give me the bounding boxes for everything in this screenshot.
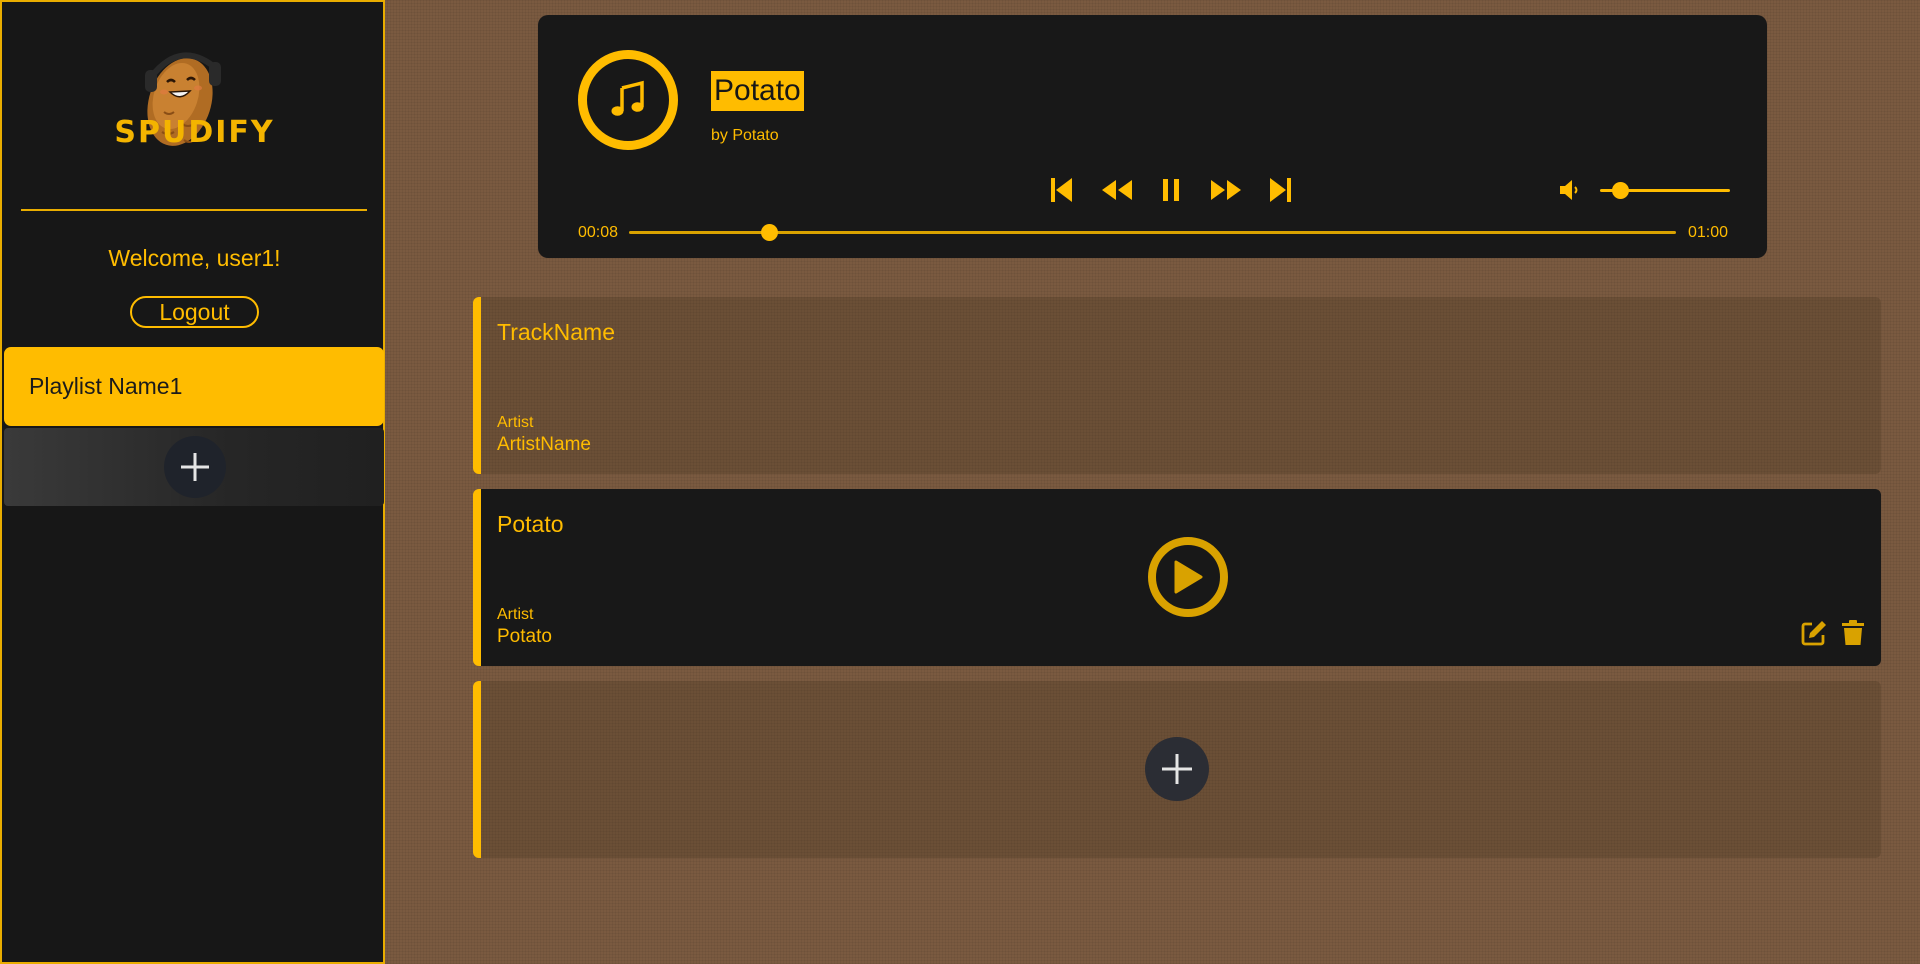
skip-previous-icon: [1051, 178, 1072, 202]
pause-button[interactable]: [1155, 175, 1187, 205]
track-card: Potato Artist Potato: [473, 489, 1881, 666]
fast-forward-button[interactable]: [1210, 175, 1242, 205]
skip-previous-button[interactable]: [1046, 175, 1078, 205]
welcome-message: Welcome, user1!: [108, 245, 281, 271]
rewind-icon: [1101, 180, 1132, 200]
album-art: [578, 50, 678, 150]
plus-icon: [181, 453, 209, 481]
pause-icon: [1163, 179, 1179, 201]
progress-bar[interactable]: [629, 224, 1676, 241]
logout-button[interactable]: Logout: [130, 296, 259, 328]
playback-controls: [1046, 175, 1296, 205]
potato-logo-icon: [145, 52, 221, 146]
sidebar-item-playlist[interactable]: Playlist Name1: [4, 347, 384, 426]
track-artist: Potato: [497, 626, 552, 647]
rewind-button[interactable]: [1101, 175, 1133, 205]
add-playlist-row: [4, 428, 384, 506]
volume-slider-thumb[interactable]: [1611, 182, 1629, 199]
plus-icon: [1162, 754, 1192, 784]
volume-icon[interactable]: [1558, 178, 1582, 202]
brand-logo: SPUDIFY: [2, 2, 387, 192]
track-artist: ArtistName: [497, 434, 591, 455]
music-note-icon: [611, 80, 644, 116]
now-playing-title: Potato: [711, 71, 804, 111]
progress-bar-thumb[interactable]: [760, 224, 778, 241]
track-name: Potato: [497, 511, 564, 537]
track-artist-label: Artist: [497, 414, 534, 431]
volume-slider[interactable]: [1600, 182, 1730, 199]
sidebar: SPUDIFY Welcome, user1! Logout Playlist …: [0, 0, 385, 964]
sidebar-divider: [21, 209, 367, 211]
time-total: 01:00: [1688, 224, 1729, 241]
trash-icon[interactable]: [1841, 620, 1865, 646]
track-artist-label: Artist: [497, 606, 534, 623]
play-track-button[interactable]: [1148, 537, 1228, 617]
play-icon: [1174, 560, 1203, 594]
track-card: TrackName Artist ArtistName: [473, 297, 1881, 474]
time-current: 00:08: [578, 224, 619, 241]
brand-name: SPUDIFY: [114, 115, 275, 150]
add-track-button[interactable]: [1145, 737, 1209, 801]
track-name: TrackName: [497, 319, 615, 345]
now-playing-artist: by Potato: [711, 127, 779, 144]
fast-forward-icon: [1210, 180, 1241, 200]
music-player: Potato by Potato 00:08 01:00: [538, 15, 1767, 258]
edit-icon[interactable]: [1801, 620, 1827, 646]
skip-next-button[interactable]: [1264, 175, 1296, 205]
add-track-card: [473, 681, 1881, 858]
add-playlist-button[interactable]: [164, 436, 226, 498]
skip-next-icon: [1270, 178, 1291, 202]
